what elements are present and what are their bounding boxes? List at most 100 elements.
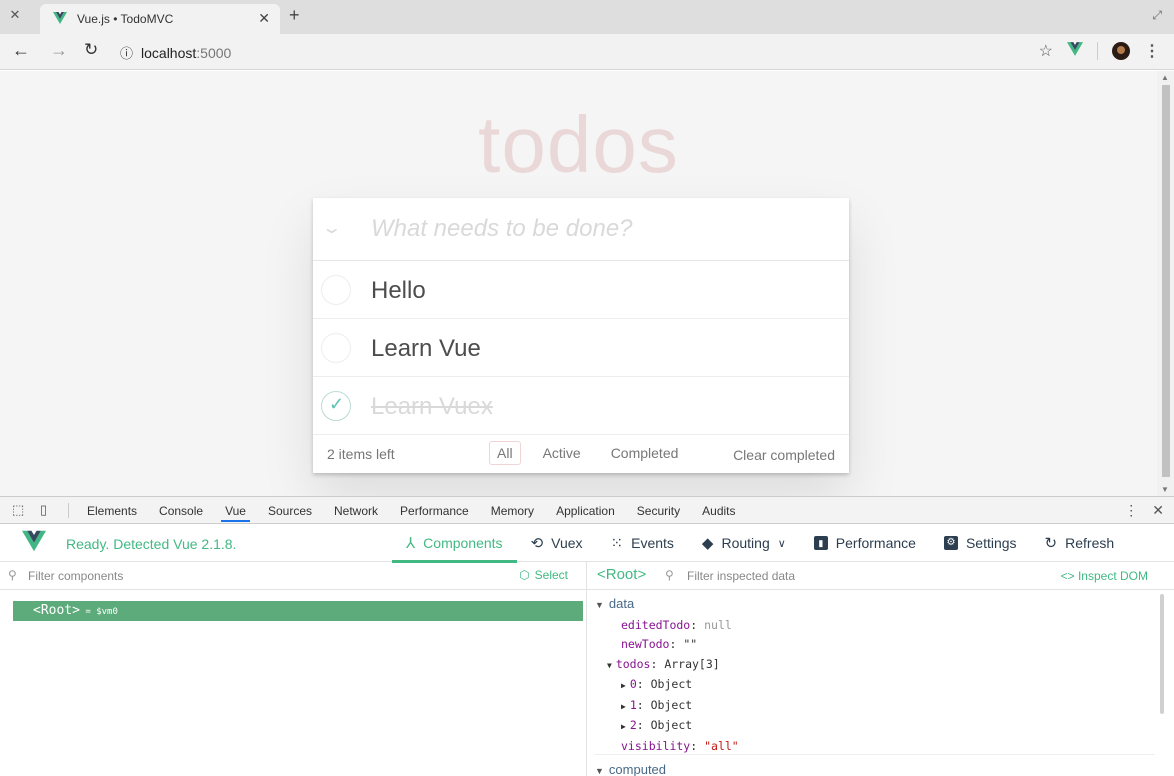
close-window-icon[interactable]: ✕ [6,7,24,25]
vue-refresh-label: Refresh [1065,535,1115,551]
scroll-down-arrow-icon[interactable]: ▼ [1161,485,1169,494]
data-key: todos [615,656,651,671]
reload-icon[interactable]: ↻ [84,40,98,60]
inspect-dom-button[interactable]: <> Inspect DOM [1061,569,1148,583]
forward-icon[interactable]: → [50,40,68,61]
vue-tab-events[interactable]: ⁙ Events [597,524,688,562]
info-icon[interactable]: ⓘ [120,46,133,61]
collapsed-triangle-icon: ▶ [621,722,626,731]
data-row-expandable[interactable]: ▶ 0: Object [595,675,739,696]
menu-kebab-icon[interactable]: ⋮ [1144,41,1160,61]
devtools-tab-memory[interactable]: Memory [491,504,534,518]
back-icon[interactable]: ← [12,40,30,61]
device-toolbar-icon[interactable]: ▯ [40,502,47,518]
new-todo-input[interactable] [371,210,831,248]
inspector-pane: <Root> ⚲ Filter inspected data <> Inspec… [587,562,1174,776]
filter-components-input[interactable]: Filter components [28,569,123,583]
devtools-tab-console[interactable]: Console [159,504,203,518]
todo-label[interactable]: Hello [371,277,426,305]
computed-section-label: computed [608,762,667,776]
page-viewport: todos ⌄ Hello Learn Vue ✓ Learn Vuex 2 i… [0,71,1174,496]
data-row-expandable[interactable]: ▶ 2: Object [595,716,739,737]
data-row: newTodo: "" [621,637,698,651]
devtools-tab-performance[interactable]: Performance [400,504,469,518]
vue-tab-performance-label: Performance [835,535,916,551]
todo-toggle-checkbox[interactable] [321,333,351,363]
bookmark-star-icon[interactable]: ☆ [1039,41,1053,61]
vue-tab-components[interactable]: ⅄ Components [392,524,517,563]
devtools-tab-vue[interactable]: Vue [221,504,250,522]
chevron-down-icon: ∨ [777,537,786,550]
root-vm-ref: = $vm0 [79,607,118,617]
devtools-tab-elements[interactable]: Elements [87,504,137,518]
components-tree-icon: ⅄ [406,535,416,552]
vue-tab-vuex[interactable]: ⟲ Vuex [517,524,597,562]
devtools-tab-application[interactable]: Application [556,504,615,518]
address-bar[interactable]: ⓘ localhost:5000 [120,43,231,62]
filter-all-link[interactable]: All [489,441,521,465]
history-icon: ⟲ [530,535,544,552]
data-value: Object [650,677,693,691]
data-key: 2 [629,718,637,732]
filter-active-link[interactable]: Active [535,441,589,465]
todo-item: Learn Vue [313,319,849,377]
data-section-header[interactable]: ▼ data [595,594,739,616]
tab-title: Vue.js • TodoMVC [77,12,174,26]
expanded-triangle-icon: ▼ [595,766,604,776]
inspector-header: <Root> ⚲ Filter inspected data <> Inspec… [587,562,1174,590]
devtools-tab-sources[interactable]: Sources [268,504,312,518]
data-key: editedTodo [621,617,691,632]
vue-tab-routing[interactable]: ◆ Routing ∨ [688,524,800,562]
clear-completed-button[interactable]: Clear completed [733,447,835,463]
todo-toggle-checkbox[interactable] [321,275,351,305]
filter-completed-link[interactable]: Completed [603,441,687,465]
scroll-up-arrow-icon[interactable]: ▲ [1161,73,1169,82]
devtools-divider [68,503,69,518]
target-icon: ⬡ [519,568,530,582]
devtools-menu-icon[interactable]: ⋮ [1124,502,1138,519]
todo-footer: 2 items left All Active Completed Clear … [313,435,849,473]
vue-extension-icon[interactable] [1067,41,1083,61]
devtools-tab-network[interactable]: Network [334,504,378,518]
vue-tab-routing-label: Routing [721,535,770,551]
tab-strip: ✕ Vue.js • TodoMVC ✕ + ⤢ [0,0,1174,34]
vue-refresh-button[interactable]: ↻ Refresh [1031,524,1129,562]
devtools-tab-security[interactable]: Security [637,504,680,518]
toggle-all-chevron-icon[interactable]: ⌄ [321,218,342,238]
inspector-scrollbar-thumb[interactable] [1160,594,1164,714]
settings-gear-icon: ⚙ [943,536,958,550]
section-divider [595,754,1155,755]
data-row-expandable[interactable]: ▶ 1: Object [595,696,739,717]
devtools-close-icon[interactable]: ✕ [1152,502,1164,519]
data-key: 0 [629,677,637,691]
browser-tab[interactable]: Vue.js • TodoMVC ✕ [40,4,280,34]
todo-label[interactable]: Learn Vue [371,335,481,363]
profile-avatar[interactable] [1112,42,1130,60]
todo-label[interactable]: Learn Vuex [371,393,493,421]
scrollbar-thumb[interactable] [1162,85,1170,477]
todo-item: Hello [313,261,849,319]
computed-section-header[interactable]: ▼ computed [595,760,739,776]
inspect-element-icon[interactable]: ⬚ [12,502,24,518]
data-tree: ▼ data editedTodo: null newTodo: "" ▼ todo… [595,594,739,776]
checkmark-icon: ✓ [329,394,345,414]
data-value[interactable]: "" [683,637,697,651]
new-tab-icon[interactable]: + [289,5,300,26]
app-heading: todos [478,100,679,189]
vue-tab-performance[interactable]: ▮ Performance [800,524,930,562]
component-tree-root-row[interactable]: <Root> = $vm0 [13,601,583,621]
data-section-label: data [608,596,635,611]
data-value[interactable]: null [704,618,732,632]
devtools-tab-audits[interactable]: Audits [702,504,735,518]
page-scrollbar[interactable]: ▲ ▼ [1157,71,1174,496]
close-tab-icon[interactable]: ✕ [258,10,270,27]
data-value[interactable]: "all" [704,739,739,753]
data-row-expandable[interactable]: ▼ todos: Array[3] [595,655,739,676]
restore-window-icon[interactable]: ⤢ [1152,8,1162,23]
vue-tab-settings[interactable]: ⚙ Settings [930,524,1031,562]
events-dots-icon: ⁙ [610,535,624,552]
todo-toggle-checkbox[interactable]: ✓ [321,391,351,421]
inspect-dom-label: Inspect DOM [1077,569,1148,583]
filter-data-input[interactable]: Filter inspected data [687,569,795,583]
select-component-button[interactable]: ⬡ Select [519,568,568,582]
